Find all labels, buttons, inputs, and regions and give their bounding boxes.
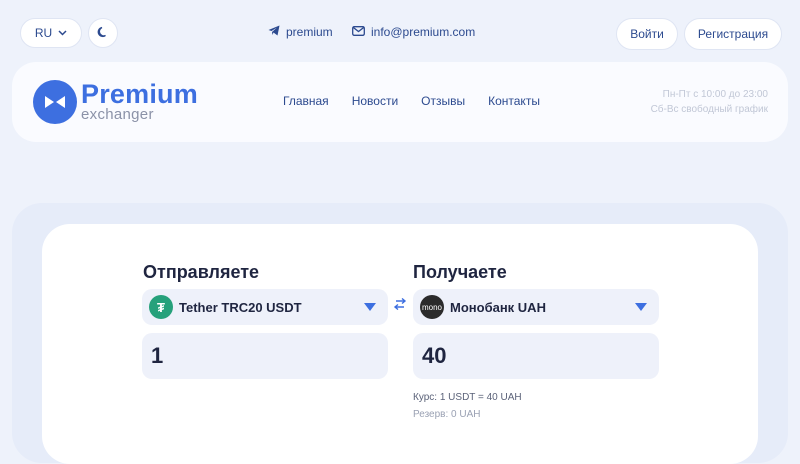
hours-weekend: Сб-Вс свободный график [650, 104, 768, 115]
send-currency-select[interactable]: ₮ Tether TRC20 USDT [142, 289, 388, 325]
login-label: Войти [630, 27, 664, 41]
receive-currency-label: Монобанк UAH [450, 299, 546, 315]
reserve-amount: Резерв: 0 UAH [413, 409, 481, 420]
chevron-down-icon [58, 28, 67, 38]
receive-title: Получаете [413, 262, 507, 282]
telegram-label: premium [286, 25, 333, 39]
receive-amount-input[interactable]: 40 [413, 333, 659, 379]
language-selector[interactable]: RU [20, 18, 82, 48]
caret-down-icon [635, 303, 647, 311]
hours-weekdays: Пн-Пт с 10:00 до 23:00 [662, 89, 768, 100]
login-button[interactable]: Войти [616, 18, 678, 50]
theme-toggle-button[interactable] [88, 18, 118, 48]
monobank-icon: mono [420, 295, 444, 319]
email-link[interactable]: info@premium.com [352, 25, 475, 39]
logo-subtitle: exchanger [81, 106, 154, 123]
site-header: Premium exchanger Главная Новости Отзывы… [12, 62, 788, 142]
caret-down-icon [364, 303, 376, 311]
nav-item-news[interactable]: Новости [352, 94, 398, 108]
nav-item-home[interactable]: Главная [283, 94, 329, 108]
tether-icon: ₮ [149, 295, 173, 319]
moon-icon [97, 26, 109, 41]
register-label: Регистрация [697, 27, 769, 41]
swap-icon[interactable] [393, 297, 407, 313]
send-currency-label: Tether TRC20 USDT [179, 299, 302, 315]
receive-currency-select[interactable]: mono Монобанк UAH [413, 289, 659, 325]
register-button[interactable]: Регистрация [684, 18, 782, 50]
working-hours: Пн-Пт с 10:00 до 23:00 Сб-Вс свободный г… [651, 87, 768, 117]
nav-item-reviews[interactable]: Отзывы [421, 94, 465, 108]
send-amount-input[interactable]: 1 [142, 333, 388, 379]
logo[interactable]: Premium exchanger [33, 79, 203, 127]
telegram-link[interactable]: premium [268, 25, 333, 39]
mail-icon [352, 25, 365, 39]
language-label: RU [34, 26, 53, 40]
nav-item-contacts[interactable]: Контакты [488, 94, 540, 108]
email-label: info@premium.com [371, 25, 476, 39]
main-nav: Главная Новости Отзывы Контакты [283, 94, 563, 108]
telegram-icon [268, 25, 280, 39]
exchange-rate: Курс: 1 USDT = 40 UAH [413, 392, 522, 403]
logo-icon [33, 80, 77, 124]
send-title: Отправляете [143, 262, 260, 282]
